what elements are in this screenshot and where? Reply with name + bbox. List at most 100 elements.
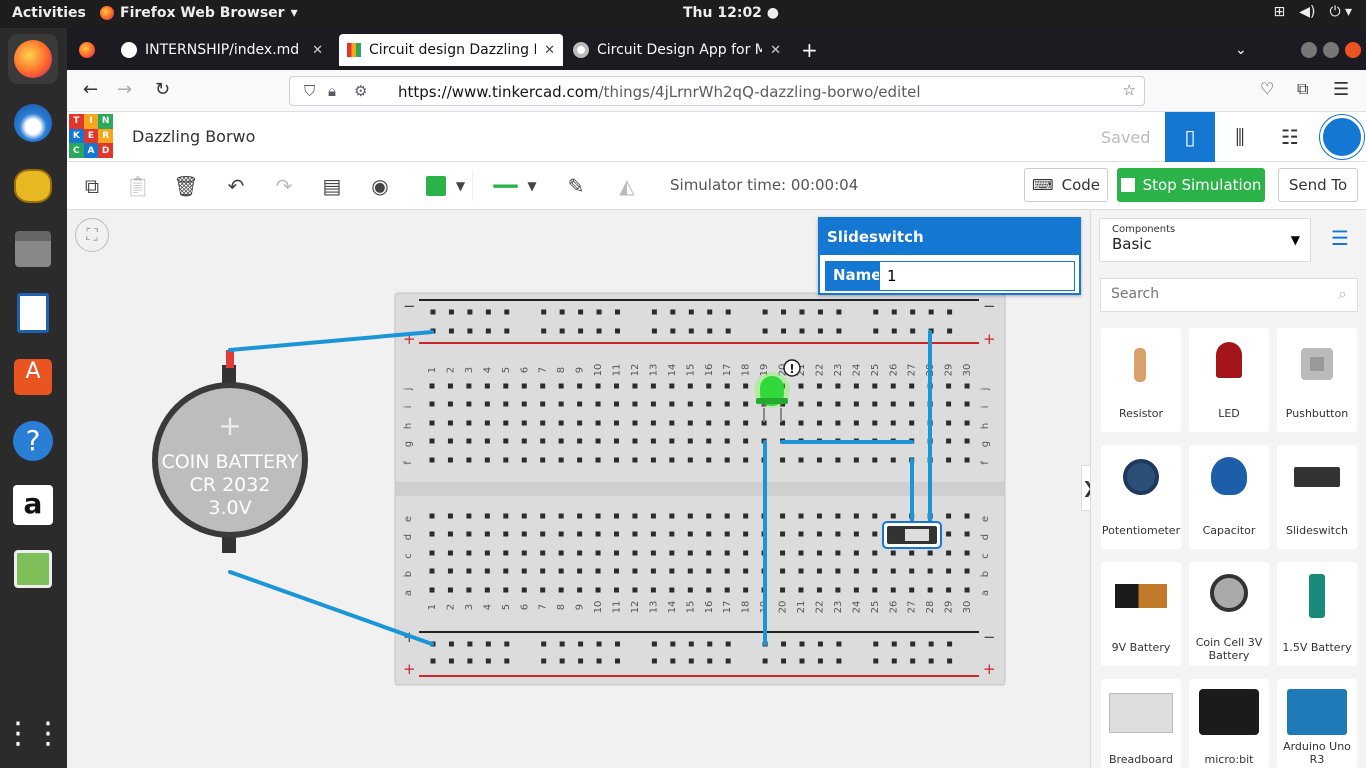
breadboard-hole[interactable] (577, 531, 583, 537)
breadboard-hole[interactable] (558, 513, 564, 519)
breadboard-hole[interactable] (615, 328, 620, 334)
search-box[interactable]: ⌕ (1100, 278, 1358, 312)
breadboard-hole[interactable] (632, 383, 638, 389)
breadboard-hole[interactable] (816, 568, 822, 574)
breadboard-hole[interactable] (706, 383, 712, 389)
breadboard-hole[interactable] (540, 568, 546, 574)
activities-button[interactable]: Activities (12, 5, 86, 21)
breadboard-hole[interactable] (835, 383, 841, 389)
breadboard-hole[interactable] (816, 587, 822, 593)
reload-icon[interactable]: ↻ (155, 79, 170, 100)
breadboard-hole[interactable] (504, 309, 510, 315)
breadboard-hole[interactable] (503, 457, 509, 463)
breadboard-hole[interactable] (872, 383, 878, 389)
close-icon[interactable]: ✕ (770, 43, 781, 58)
breadboard-hole[interactable] (559, 658, 565, 664)
breadboard-hole[interactable] (484, 531, 490, 537)
breadboard-hole[interactable] (817, 658, 823, 664)
breadboard-hole[interactable] (595, 531, 601, 537)
breadboard-hole[interactable] (614, 438, 619, 444)
search-input[interactable] (1101, 279, 1311, 309)
rotate-icon[interactable]: ✎ (561, 171, 591, 201)
tab-tinkercad[interactable]: Circuit design Dazzling Bo ✕ (339, 34, 563, 66)
breadboard-hole[interactable] (799, 658, 805, 664)
breadboard-hole[interactable] (467, 328, 473, 334)
breadboard-hole[interactable] (743, 531, 749, 537)
breadboard-hole[interactable] (688, 658, 694, 664)
breadboard-hole[interactable] (595, 438, 601, 444)
breadboard-hole[interactable] (853, 383, 859, 389)
breadboard-hole[interactable] (595, 568, 601, 574)
breadboard-hole[interactable] (541, 641, 547, 647)
breadboard-hole[interactable] (688, 309, 694, 315)
breadboard-hole[interactable] (651, 309, 657, 315)
breadboard-hole[interactable] (614, 513, 619, 519)
breadboard-hole[interactable] (484, 513, 490, 519)
breadboard-hole[interactable] (910, 641, 916, 647)
breadboard-hole[interactable] (762, 658, 768, 664)
breadboard-hole[interactable] (484, 457, 490, 463)
breadboard-hole[interactable] (946, 531, 952, 537)
breadboard-hole[interactable] (872, 587, 878, 593)
breadboard-hole[interactable] (577, 401, 583, 407)
breadboard-hole[interactable] (853, 531, 859, 537)
breadboard-hole[interactable] (688, 328, 694, 334)
breadboard-hole[interactable] (577, 587, 583, 593)
breadboard-hole[interactable] (798, 513, 804, 519)
breadboard-hole[interactable] (853, 457, 859, 463)
app-menu[interactable]: Firefox Web Browser ▾ (100, 5, 298, 21)
breadboard-hole[interactable] (964, 420, 970, 426)
breadboard-hole[interactable] (484, 420, 490, 426)
breadboard-hole[interactable] (781, 328, 787, 334)
thunderbird-icon[interactable] (8, 98, 58, 148)
delete-icon[interactable]: 🗑︎ (171, 171, 201, 201)
breadboard-hole[interactable] (614, 568, 619, 574)
breadboard-hole[interactable] (964, 568, 970, 574)
breadboard-hole[interactable] (816, 457, 822, 463)
breadboard-hole[interactable] (724, 438, 730, 444)
breadboard-hole[interactable] (650, 550, 656, 556)
breadboard-hole[interactable] (946, 457, 952, 463)
breadboard-hole[interactable] (596, 309, 602, 315)
copy-icon[interactable]: ⧉ (77, 171, 107, 201)
breadboard-hole[interactable] (651, 658, 657, 664)
extensions-icon[interactable]: ⧉ (1297, 79, 1308, 99)
breadboard-hole[interactable] (909, 568, 915, 574)
breadboard-hole[interactable] (947, 658, 953, 664)
tab-github[interactable]: INTERNSHIP/index.md at ✕ (113, 34, 331, 66)
breadboard-hole[interactable] (964, 457, 970, 463)
breadboard-hole[interactable] (706, 550, 712, 556)
breadboard-hole[interactable] (724, 383, 730, 389)
component-coin-cell[interactable]: Coin Cell 3V Battery (1189, 562, 1269, 666)
minimize-icon[interactable] (1301, 42, 1317, 58)
breadboard-hole[interactable] (540, 438, 546, 444)
component-arduino[interactable]: Arduino Uno R3 (1277, 679, 1357, 768)
breadboard-hole[interactable] (632, 531, 638, 537)
component-pushbutton[interactable]: Pushbutton (1277, 328, 1357, 432)
breadboard-hole[interactable] (946, 420, 952, 426)
breadboard-hole[interactable] (466, 513, 472, 519)
breadboard-hole[interactable] (706, 568, 712, 574)
breadboard-hole[interactable] (706, 457, 712, 463)
software-icon[interactable]: A (8, 352, 58, 402)
breadboard-hole[interactable] (447, 438, 453, 444)
breadboard-hole[interactable] (706, 513, 712, 519)
breadboard-hole[interactable] (725, 328, 731, 334)
breadboard-hole[interactable] (780, 513, 786, 519)
breadboard-hole[interactable] (503, 513, 509, 519)
breadboard-hole[interactable] (558, 531, 564, 537)
breadboard-hole[interactable] (964, 587, 970, 593)
breadboard-hole[interactable] (670, 309, 676, 315)
component-list-button[interactable]: ☷ (1265, 112, 1315, 162)
breadboard-hole[interactable] (687, 513, 693, 519)
breadboard-hole[interactable] (485, 328, 491, 334)
breadboard-hole[interactable] (577, 438, 583, 444)
breadboard-hole[interactable] (650, 457, 656, 463)
files-icon[interactable] (8, 224, 58, 274)
pocket-icon[interactable]: ♡ (1260, 79, 1274, 98)
breadboard-hole[interactable] (799, 309, 805, 315)
slideswitch[interactable] (882, 521, 942, 549)
breadboard-hole[interactable] (890, 550, 896, 556)
breadboard-hole[interactable] (578, 309, 584, 315)
breadboard-hole[interactable] (743, 587, 749, 593)
